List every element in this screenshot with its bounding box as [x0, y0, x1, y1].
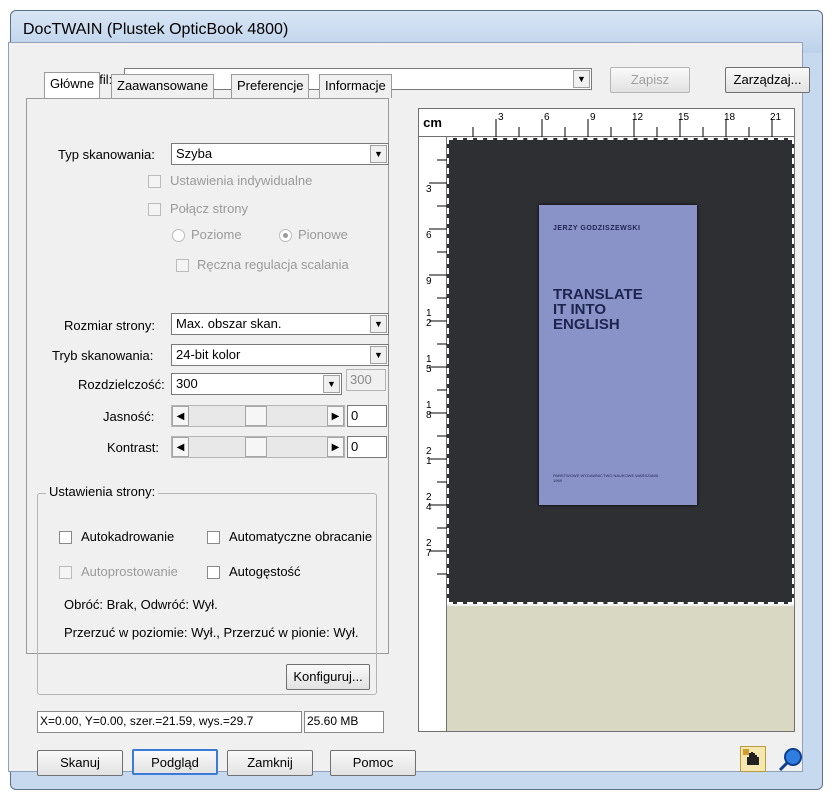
page-size-label: Rozmiar strony: [64, 318, 156, 333]
contrast-thumb[interactable] [245, 437, 267, 457]
ruler-tick-label: 3 [426, 184, 432, 195]
autodensity-checkbox[interactable] [207, 566, 220, 579]
brightness-slider[interactable]: ◀ ▶ [171, 405, 345, 427]
vertical-label: Pionowe [298, 227, 348, 242]
ruler-tick-label: 18 [426, 400, 432, 421]
zoom-icon[interactable] [778, 746, 804, 772]
autorotate-checkbox[interactable] [207, 531, 220, 544]
individual-settings-checkbox[interactable] [148, 175, 161, 188]
ruler-tick-label: 27 [426, 538, 432, 559]
configure-button[interactable]: Konfiguruj... [286, 664, 370, 690]
scroll-left-icon[interactable]: ◀ [172, 437, 189, 457]
autocrop-label: Autokadrowanie [81, 529, 175, 544]
flip-info: Przerzuć w poziomie: Wył., Przerzuć w pi… [64, 625, 359, 640]
brightness-value[interactable]: 0 [347, 405, 387, 427]
autodeskew-label: Autoprostowanie [81, 564, 178, 579]
help-button[interactable]: Pomoc [330, 750, 416, 776]
ruler-unit[interactable]: cm [419, 109, 447, 137]
merge-pages-label: Połącz strony [170, 201, 249, 216]
page-size-combo[interactable]: Max. obszar skan. ▼ [171, 313, 389, 335]
tab-preferences[interactable]: Preferencje [231, 74, 310, 98]
brightness-label: Jasność: [103, 409, 155, 424]
chevron-down-icon[interactable]: ▼ [370, 346, 387, 364]
autorotate-label: Automatyczne obracanie [229, 529, 373, 544]
book-title-line: TRANSLATE [553, 286, 643, 303]
coords-status: X=0.00, Y=0.00, szer.=21.59, wys.=29.7 [37, 711, 302, 733]
book-title: TRANSLATE IT INTO ENGLISH [553, 287, 643, 332]
resolution-combo[interactable]: 300 ▼ [171, 373, 342, 395]
ruler-tick-label: 12 [632, 112, 644, 123]
horizontal-ruler: 3 6 9 12 15 18 21 [446, 109, 794, 137]
close-button[interactable]: Zamknij [227, 750, 313, 776]
brightness-thumb[interactable] [245, 406, 267, 426]
autodeskew-checkbox[interactable] [59, 566, 72, 579]
chevron-down-icon[interactable]: ▼ [370, 315, 387, 333]
size-status: 25.60 MB [304, 711, 384, 733]
ruler-tick-label: 12 [426, 308, 432, 329]
preview-empty-area [447, 606, 794, 731]
contrast-label: Kontrast: [107, 440, 160, 455]
vertical-radio[interactable] [279, 229, 292, 242]
manage-profile-button[interactable]: Zarządzaj... [725, 67, 810, 93]
resolution-readout: 300 [346, 369, 386, 391]
individual-settings-label: Ustawienia indywidualne [170, 173, 313, 188]
ruler-tick-label: 15 [678, 112, 690, 123]
autodensity-label: Autogęstość [229, 564, 301, 579]
page-size-value: Max. obszar skan. [176, 316, 282, 331]
preview-button[interactable]: Podgląd [132, 749, 218, 775]
tab-info[interactable]: Informacje [319, 74, 392, 98]
scan-mode-combo[interactable]: 24-bit kolor ▼ [171, 344, 389, 366]
contrast-slider[interactable]: ◀ ▶ [171, 436, 345, 458]
scan-type-value: Szyba [176, 146, 213, 161]
manual-merge-label: Ręczna regulacja scalania [197, 257, 349, 272]
page-settings-title: Ustawienia strony: [46, 484, 159, 499]
merge-pages-checkbox[interactable] [148, 203, 161, 216]
resolution-label: Rozdzielczość: [78, 377, 165, 392]
scroll-right-icon[interactable]: ▶ [327, 437, 344, 457]
manual-merge-checkbox[interactable] [176, 259, 189, 272]
save-profile-button[interactable]: Zapisz [610, 67, 690, 93]
tab-main[interactable]: Główne [44, 72, 101, 99]
book-publisher: PAŃSTWOWE WYDAWNICTWO NAUKOWE WARSZAWA 1… [553, 473, 659, 483]
book-author: JERZY GODZISZEWSKI [553, 225, 641, 232]
scan-type-combo[interactable]: Szyba ▼ [171, 143, 389, 165]
vertical-ruler: 3 6 9 12 15 18 21 24 27 [419, 137, 447, 731]
contrast-value[interactable]: 0 [347, 436, 387, 458]
magnifier-icon [778, 748, 802, 772]
scan-type-label: Typ skanowania: [58, 147, 155, 162]
ruler-tick-label: 9 [426, 276, 432, 287]
resolution-value: 300 [176, 376, 198, 391]
scan-mode-label: Tryb skanowania: [52, 348, 154, 363]
ruler-tick-label: 21 [426, 446, 432, 467]
vertical-ruler-ticks [429, 159, 447, 575]
ruler-tick-label: 15 [426, 354, 432, 375]
scan-tool-icon[interactable] [740, 746, 766, 772]
ruler-tick-label: 6 [426, 230, 432, 241]
horizontal-radio[interactable] [172, 229, 185, 242]
ruler-tick-label: 18 [724, 112, 736, 123]
ruler-tick-label: 3 [498, 112, 504, 123]
scroll-right-icon[interactable]: ▶ [327, 406, 344, 426]
hand-pan-icon [743, 749, 759, 765]
book-title-line: ENGLISH [553, 316, 620, 333]
ruler-tick-label: 9 [590, 112, 596, 123]
scan-mode-value: 24-bit kolor [176, 347, 241, 362]
chevron-down-icon[interactable]: ▼ [323, 375, 340, 393]
scroll-left-icon[interactable]: ◀ [172, 406, 189, 426]
chevron-down-icon[interactable]: ▼ [573, 70, 590, 88]
autocrop-checkbox[interactable] [59, 531, 72, 544]
chevron-down-icon[interactable]: ▼ [370, 145, 387, 163]
ruler-tick-label: 6 [544, 112, 550, 123]
scan-button[interactable]: Skanuj [37, 750, 123, 776]
ruler-tick-label: 21 [770, 112, 782, 123]
book-title-line: IT INTO [553, 301, 607, 318]
rotate-info: Obróć: Brak, Odwróć: Wył. [64, 597, 218, 612]
preview-book-image: JERZY GODZISZEWSKI TRANSLATE IT INTO ENG… [539, 205, 697, 505]
ruler-tick-label: 24 [426, 492, 432, 513]
tab-advanced[interactable]: Zaawansowane [111, 74, 215, 98]
horizontal-label: Poziome [191, 227, 242, 242]
